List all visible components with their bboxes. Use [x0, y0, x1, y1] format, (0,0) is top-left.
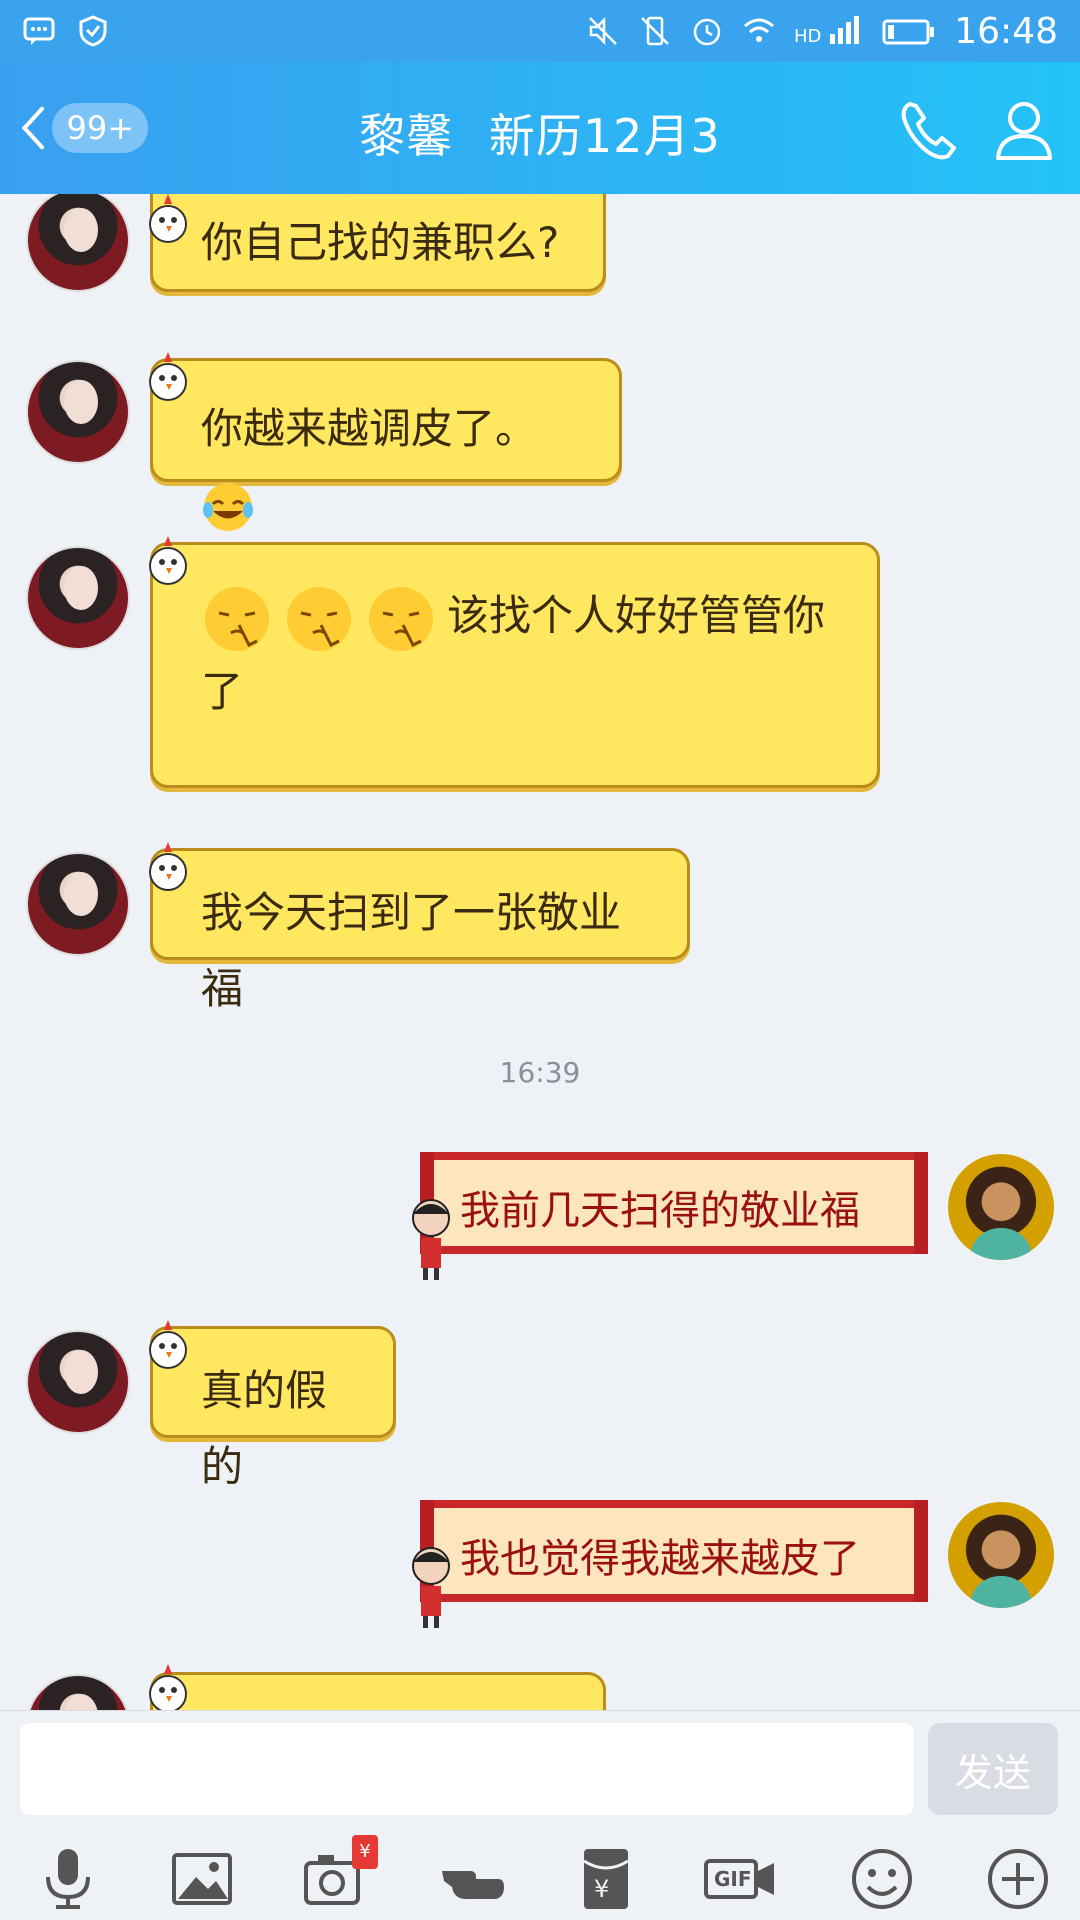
doll-icon — [412, 1547, 450, 1628]
contact-avatar[interactable] — [26, 1330, 130, 1434]
input-area: 发送 ¥ ¥ GIF — [0, 1710, 1080, 1920]
smiley-icon[interactable] — [846, 1843, 918, 1915]
laugh-cry-emoji-icon — [203, 483, 253, 532]
message-bubble[interactable]: 该找个人好好管管你 了 — [150, 542, 880, 788]
message-text: 你越来越调皮了。 — [201, 404, 538, 453]
svg-text:¥: ¥ — [594, 1875, 609, 1903]
phone-icon[interactable] — [896, 98, 962, 164]
hd-signal-icon: HD — [794, 16, 860, 47]
contact-avatar[interactable] — [26, 194, 130, 292]
status-bar: HD 16:48 — [0, 0, 1080, 62]
svg-text:HD: HD — [794, 26, 821, 47]
vibrate-off-icon — [641, 16, 670, 46]
camera-button[interactable]: ¥ — [300, 1835, 378, 1915]
message-bubble[interactable]: 我今天扫到了一张敬业福 — [150, 848, 690, 1013]
wifi-icon — [744, 18, 775, 42]
doll-icon — [412, 1199, 450, 1280]
clock: 16:48 — [954, 10, 1058, 52]
message-text: 我也觉得我越来越皮了 — [460, 1536, 860, 1582]
contact-name: 黎馨 — [359, 109, 454, 163]
chick-icon — [149, 1320, 187, 1369]
message-bubble[interactable] — [150, 1672, 606, 1710]
self-avatar[interactable] — [948, 1154, 1054, 1260]
message-bubble-self[interactable]: 我前几天扫得的敬业福 — [420, 1152, 928, 1254]
pointing-hand-icon[interactable] — [436, 1843, 508, 1915]
message-text: 真的假的 — [201, 1366, 328, 1491]
chick-icon — [149, 536, 187, 585]
chick-icon — [149, 352, 187, 401]
microphone-icon[interactable] — [32, 1843, 104, 1915]
battery-icon — [882, 19, 935, 45]
message-bubble[interactable]: 你越来越调皮了。 — [150, 358, 622, 532]
message-text-continued: 了 — [201, 666, 244, 716]
input-toolbar: ¥ ¥ GIF — [0, 1831, 1080, 1920]
red-envelope-icon[interactable]: ¥ — [570, 1843, 642, 1915]
plus-icon[interactable] — [982, 1843, 1054, 1915]
red-packet-tag: ¥ — [352, 1835, 378, 1869]
chat-area[interactable]: 你自己找的兼职么? 你越来越调皮了。 该找个人好好管管你 了 我今天扫到了一张敬… — [0, 194, 1080, 1710]
chat-header: 99+ 黎馨 新历12月3 — [0, 62, 1080, 194]
send-button[interactable]: 发送 — [928, 1723, 1058, 1815]
message-text: 该找个人好好管管你 — [447, 591, 826, 640]
mute-icon — [589, 16, 618, 46]
message-text: 我今天扫到了一张敬业福 — [201, 888, 622, 1013]
profile-icon[interactable] — [992, 96, 1056, 162]
message-text: 我前几天扫得的敬业福 — [460, 1188, 860, 1234]
alarm-icon — [694, 18, 721, 46]
pick-nose-emoji-icon — [369, 586, 433, 651]
contact-avatar[interactable] — [26, 852, 130, 956]
contact-avatar[interactable] — [26, 1674, 130, 1710]
chick-icon — [149, 1664, 187, 1710]
self-avatar[interactable] — [948, 1502, 1054, 1608]
chick-icon — [149, 842, 187, 891]
timestamp: 16:39 — [499, 1056, 581, 1089]
image-icon[interactable] — [166, 1843, 238, 1915]
message-input[interactable] — [20, 1723, 914, 1815]
message-bubble[interactable]: 你自己找的兼职么? — [150, 194, 606, 292]
contact-subtitle: 新历12月3 — [488, 109, 721, 163]
gif-button[interactable]: GIF — [704, 1843, 776, 1915]
pick-nose-emoji-icon — [205, 586, 269, 651]
message-bubble-self[interactable]: 我也觉得我越来越皮了 — [420, 1500, 928, 1602]
contact-avatar[interactable] — [26, 546, 130, 650]
contact-avatar[interactable] — [26, 360, 130, 464]
shield-icon — [79, 15, 107, 47]
gif-label: GIF — [714, 1867, 752, 1891]
message-icon — [23, 17, 55, 45]
chick-icon — [149, 194, 187, 243]
pick-nose-emoji-icon — [287, 586, 351, 651]
message-text: 你自己找的兼职么? — [201, 218, 560, 267]
